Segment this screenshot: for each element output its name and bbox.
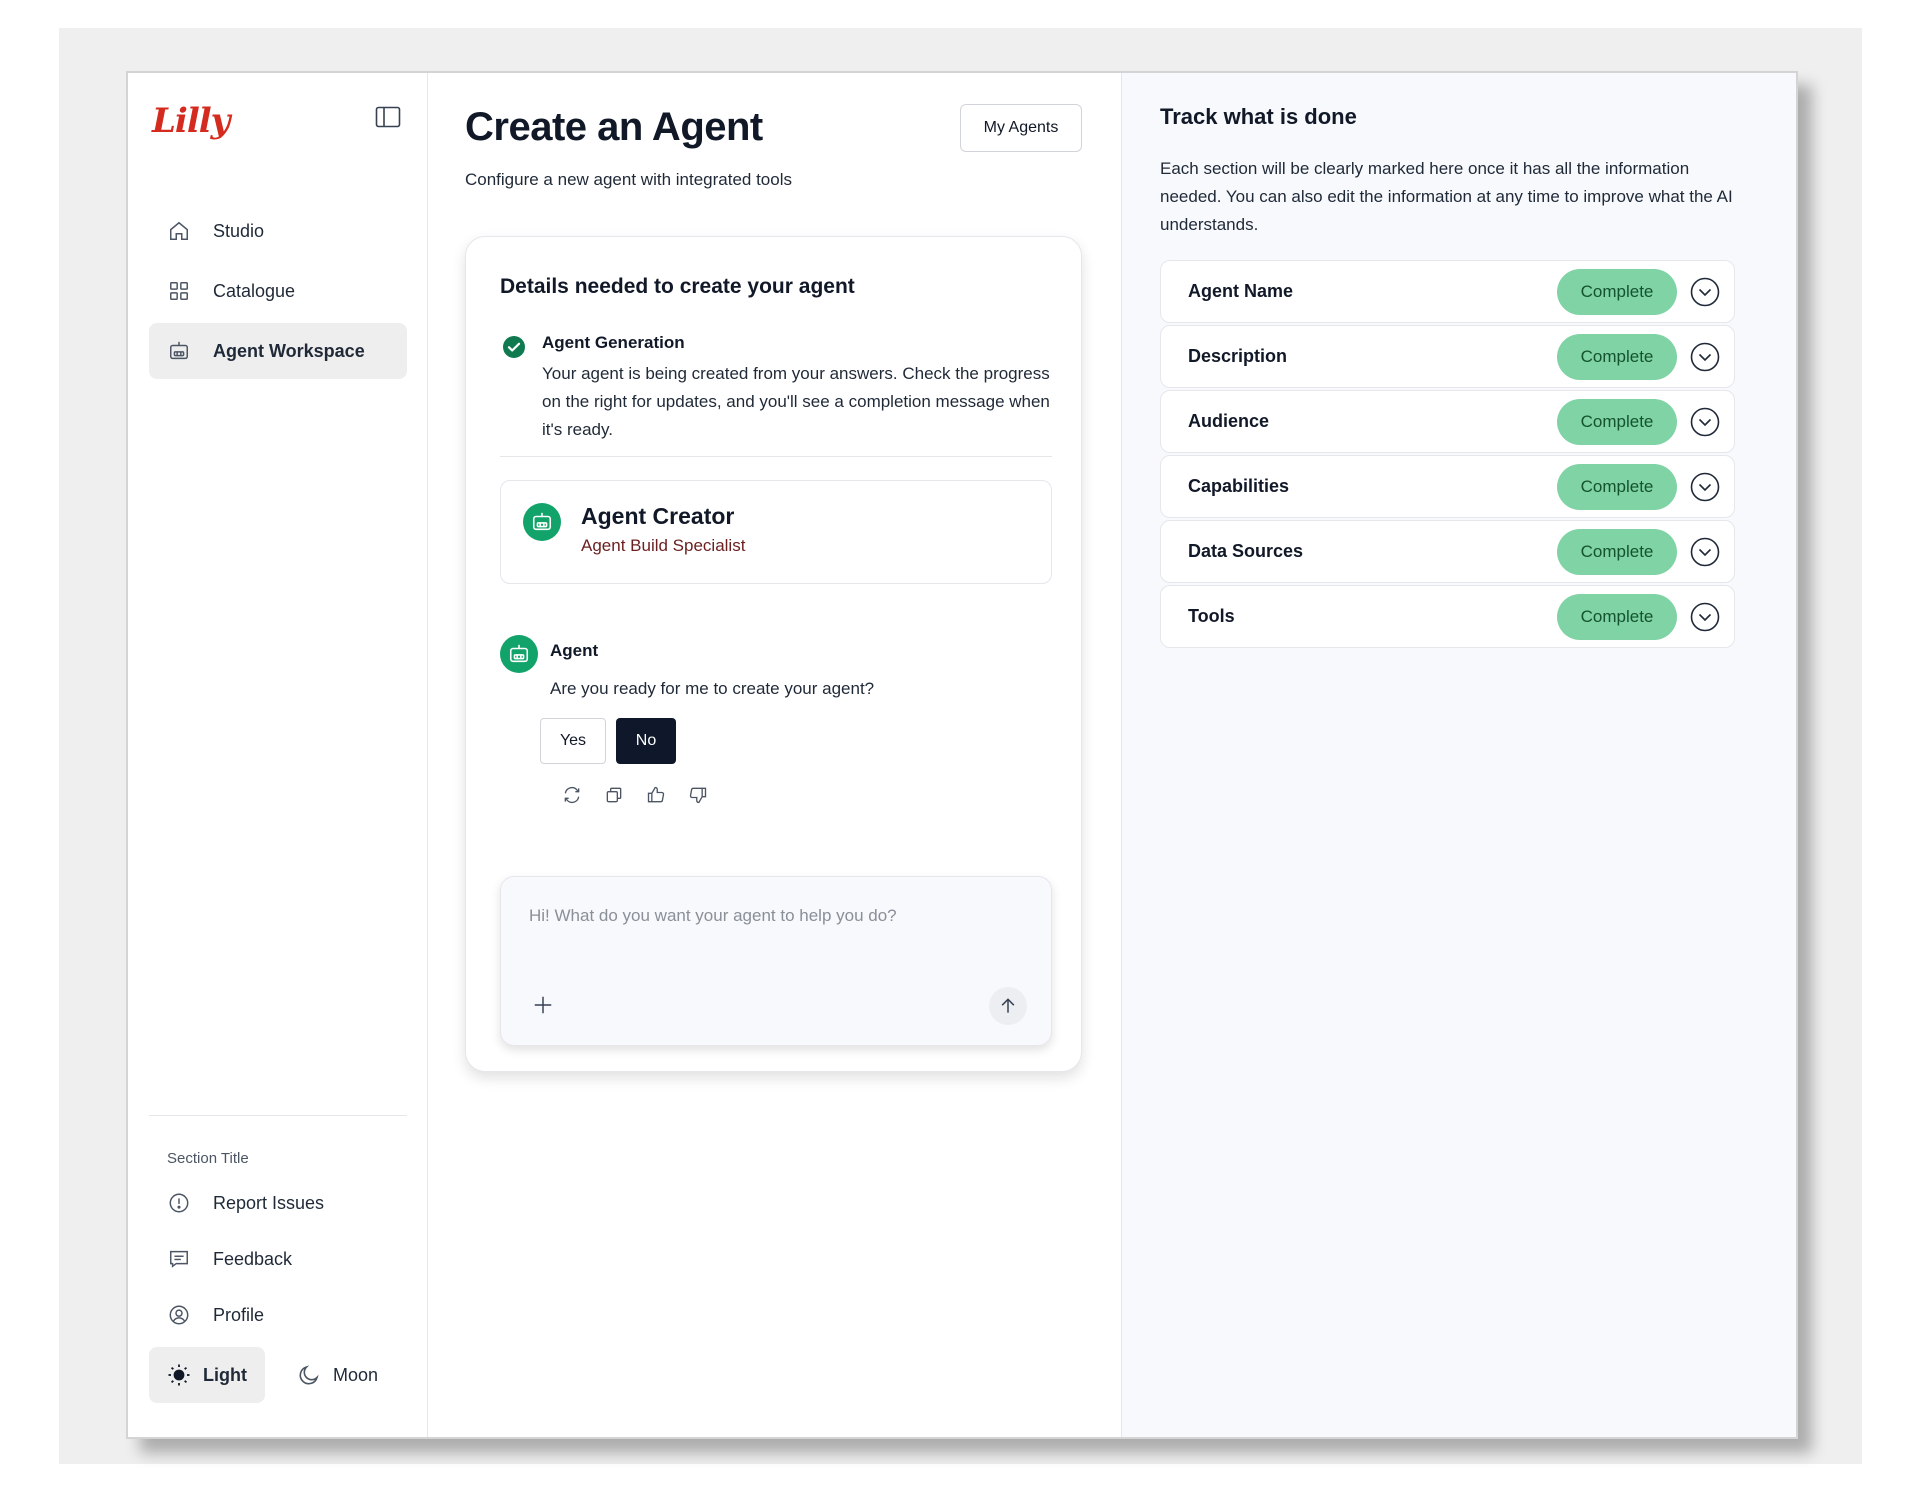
sidebar: Lilly Studio Catalogue Agent Workspace S…	[128, 73, 428, 1437]
status-badge: Complete	[1557, 529, 1677, 575]
alert-circle-icon	[167, 1191, 191, 1215]
message-input[interactable]	[529, 901, 1029, 931]
progress-item-label: Capabilities	[1188, 476, 1290, 496]
chevron-down-icon[interactable]	[1689, 601, 1721, 633]
theme-light-label: Light	[203, 1364, 247, 1385]
theme-moon-button[interactable]: Moon	[279, 1347, 396, 1403]
theme-switcher: Light Moon	[149, 1347, 407, 1403]
chevron-down-icon[interactable]	[1689, 406, 1721, 438]
chevron-down-icon[interactable]	[1689, 471, 1721, 503]
theme-light-button[interactable]: Light	[149, 1347, 265, 1403]
progress-item-label: Audience	[1188, 411, 1270, 431]
progress-list: Agent Name Complete Description Complete…	[1160, 260, 1735, 650]
sidebar-divider	[149, 1115, 407, 1116]
chevron-down-icon[interactable]	[1689, 276, 1721, 308]
status-badge: Complete	[1557, 464, 1677, 510]
agent-creator-box: Agent Creator Agent Build Specialist	[500, 480, 1052, 584]
grid-icon	[167, 279, 191, 303]
progress-item-data-sources[interactable]: Data Sources Complete	[1160, 520, 1735, 583]
yes-button[interactable]: Yes	[540, 718, 606, 764]
check-circle-icon	[502, 335, 526, 359]
thumbs-up-icon[interactable]	[644, 783, 668, 807]
progress-item-label: Data Sources	[1188, 541, 1304, 561]
status-badge: Complete	[1557, 594, 1677, 640]
progress-description: Each section will be clearly marked here…	[1160, 159, 1733, 234]
divider	[500, 456, 1052, 457]
sidebar-item-label: Report Issues	[213, 1192, 325, 1213]
sidebar-item-label: Catalogue	[213, 280, 296, 301]
sidebar-item-catalogue[interactable]: Catalogue	[149, 263, 407, 319]
progress-item-audience[interactable]: Audience Complete	[1160, 390, 1735, 453]
theme-moon-label: Moon	[332, 1364, 379, 1385]
progress-item-capabilities[interactable]: Capabilities Complete	[1160, 455, 1735, 518]
lilly-logo: Lilly	[152, 101, 230, 141]
status-badge: Complete	[1557, 334, 1677, 380]
message-composer	[500, 876, 1052, 1046]
progress-item-label: Agent Name	[1188, 281, 1294, 301]
progress-title: Track what is done	[1160, 104, 1357, 129]
message-actions	[560, 783, 728, 807]
sidebar-item-feedback[interactable]: Feedback	[149, 1231, 407, 1287]
message-sender: Agent	[550, 641, 599, 660]
progress-item-label: Tools	[1188, 606, 1235, 626]
agent-details-card: Details needed to create your agent Agen…	[465, 236, 1082, 1072]
sidebar-toggle-icon[interactable]	[375, 106, 401, 128]
message-text: Are you ready for me to create your agen…	[550, 679, 875, 698]
no-button[interactable]: No	[616, 718, 676, 764]
creator-name: Agent Creator	[581, 503, 735, 529]
sidebar-nav: Studio Catalogue Agent Workspace	[149, 203, 407, 383]
sidebar-section-title: Section Title	[167, 1150, 249, 1167]
moon-icon	[297, 1363, 321, 1387]
sidebar-item-label: Profile	[213, 1304, 265, 1325]
creator-role: Agent Build Specialist	[581, 536, 746, 555]
card-title: Details needed to create your agent	[500, 275, 855, 298]
bot-avatar-icon	[523, 503, 561, 541]
progress-panel: Track what is done Each section will be …	[1122, 73, 1796, 1437]
page-title: Create an Agent	[465, 105, 763, 149]
my-agents-button[interactable]: My Agents	[960, 104, 1082, 152]
main-content: Create an Agent Configure a new agent wi…	[428, 73, 1122, 1437]
chevron-down-icon[interactable]	[1689, 341, 1721, 373]
home-icon	[167, 219, 191, 243]
sidebar-item-agent-workspace[interactable]: Agent Workspace	[149, 323, 407, 379]
page-subtitle: Configure a new agent with integrated to…	[465, 170, 792, 189]
generation-title: Agent Generation	[542, 333, 685, 352]
robot-icon	[167, 339, 191, 363]
plus-icon[interactable]	[529, 991, 557, 1019]
sun-icon	[167, 1363, 191, 1387]
progress-item-agent-name[interactable]: Agent Name Complete	[1160, 260, 1735, 323]
sidebar-item-label: Feedback	[213, 1248, 293, 1269]
user-circle-icon	[167, 1303, 191, 1327]
progress-item-tools[interactable]: Tools Complete	[1160, 585, 1735, 648]
sidebar-item-label: Agent Workspace	[213, 340, 365, 361]
sidebar-bottom-nav: Report Issues Feedback Profile	[149, 1175, 407, 1343]
status-badge: Complete	[1557, 269, 1677, 315]
progress-item-description[interactable]: Description Complete	[1160, 325, 1735, 388]
thumbs-down-icon[interactable]	[686, 783, 710, 807]
app-window: Lilly Studio Catalogue Agent Workspace S…	[126, 71, 1798, 1439]
progress-item-label: Description	[1188, 346, 1288, 366]
bot-avatar-icon	[500, 635, 538, 673]
generation-text: Your agent is being created from your an…	[542, 364, 1050, 439]
sidebar-item-label: Studio	[213, 220, 265, 241]
sidebar-item-report-issues[interactable]: Report Issues	[149, 1175, 407, 1231]
send-arrow-icon[interactable]	[989, 987, 1027, 1025]
copy-icon[interactable]	[602, 783, 626, 807]
message-square-icon	[167, 1247, 191, 1271]
status-badge: Complete	[1557, 399, 1677, 445]
sidebar-item-studio[interactable]: Studio	[149, 203, 407, 259]
sidebar-item-profile[interactable]: Profile	[149, 1287, 407, 1343]
chevron-down-icon[interactable]	[1689, 536, 1721, 568]
regenerate-icon[interactable]	[560, 783, 584, 807]
